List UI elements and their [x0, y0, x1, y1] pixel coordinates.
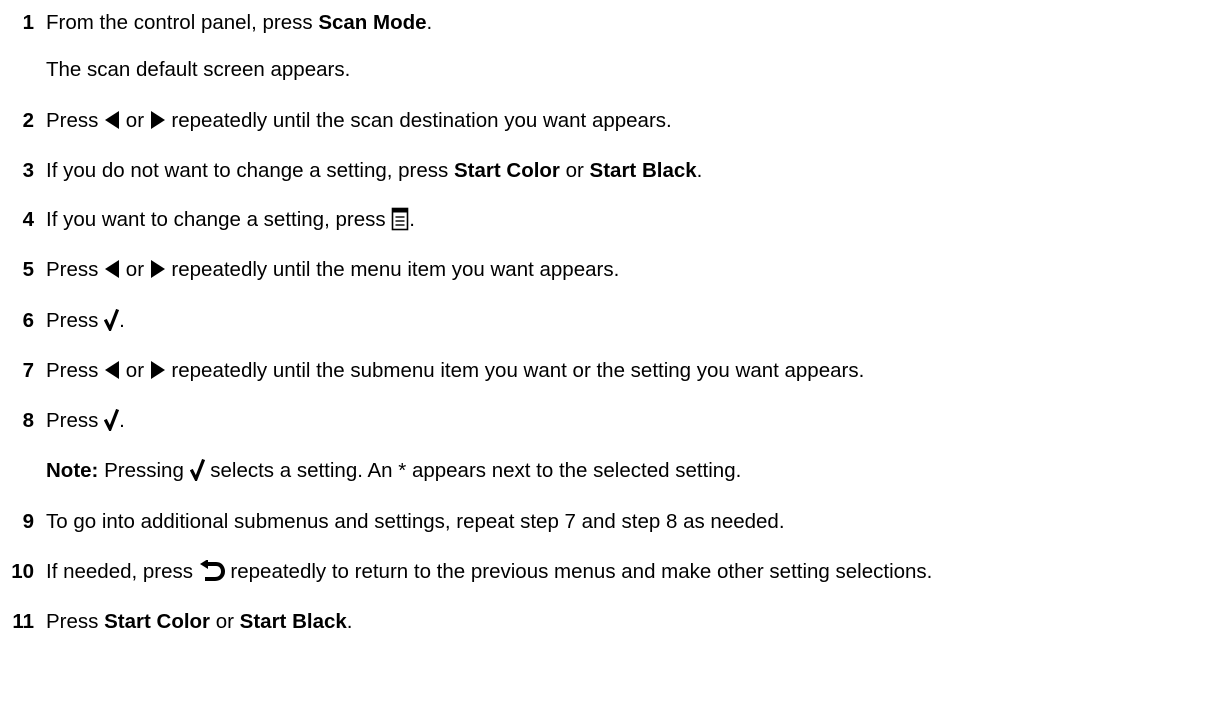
checkmark-icon	[189, 458, 205, 481]
step-number: 5	[22, 258, 34, 281]
step-text: If needed, press repeatedly to return to…	[46, 559, 933, 583]
back-arrow-icon	[199, 559, 225, 582]
step-number: 9	[22, 510, 34, 533]
scan-mode-label: Scan Mode	[318, 11, 427, 34]
step-text: If you want to change a setting, press .	[46, 207, 415, 231]
step-9: 9 To go into additional submenus and set…	[0, 507, 1212, 537]
step-number: 3	[22, 159, 34, 182]
step-3: 3 If you do not want to change a setting…	[0, 156, 1212, 186]
step-2: 2 Press or repeatedly until the scan des…	[0, 106, 1212, 136]
step-text: If you do not want to change a setting, …	[46, 159, 703, 182]
step-text: Press Start Color or Start Black.	[46, 610, 353, 633]
step-text: Press .	[46, 308, 125, 332]
checkmark-icon	[104, 308, 120, 331]
step-text: Press or repeatedly until the scan desti…	[46, 109, 672, 132]
note-text: Note: Pressing selects a setting. An * a…	[46, 458, 742, 482]
step-number: 4	[22, 208, 34, 231]
step-6: 6 Press .	[0, 306, 1212, 336]
step-8: 8 Press .	[0, 406, 1212, 436]
right-arrow-icon	[150, 259, 166, 279]
step-number: 1	[22, 11, 34, 34]
start-black-label: Start Black	[589, 159, 697, 182]
step-number: 11	[12, 610, 34, 633]
step-5: 5 Press or repeatedly until the menu ite…	[0, 255, 1212, 285]
left-arrow-icon	[104, 259, 120, 279]
step-text: From the control panel, press Scan Mode.	[46, 11, 433, 34]
left-arrow-icon	[104, 110, 120, 130]
left-arrow-icon	[104, 360, 120, 380]
step-number: 7	[22, 359, 34, 382]
right-arrow-icon	[150, 360, 166, 380]
step-11: 11 Press Start Color or Start Black.	[0, 607, 1212, 637]
note-label: Note:	[46, 459, 99, 482]
step-number: 2	[22, 109, 34, 132]
checkmark-icon	[104, 408, 120, 431]
step-text: Press or repeatedly until the submenu it…	[46, 359, 865, 382]
step-10: 10 If needed, press repeatedly to return…	[0, 557, 1212, 587]
step-text: Press .	[46, 408, 125, 432]
step-text: Press or repeatedly until the menu item …	[46, 258, 620, 281]
step-4: 4 If you want to change a setting, press…	[0, 205, 1212, 235]
step-1-result: The scan default screen appears.	[0, 55, 1212, 85]
start-color-label: Start Color	[453, 159, 560, 182]
step-text: To go into additional submenus and setti…	[46, 510, 785, 533]
start-black-label: Start Black	[239, 610, 347, 633]
step-7: 7 Press or repeatedly until the submenu …	[0, 356, 1212, 386]
step-text: The scan default screen appears.	[46, 58, 351, 81]
step-1: 1 From the control panel, press Scan Mod…	[0, 8, 1212, 38]
step-number: 6	[22, 309, 34, 332]
step-number: 10	[11, 560, 34, 583]
start-color-label: Start Color	[104, 610, 211, 633]
menu-icon	[391, 207, 409, 231]
right-arrow-icon	[150, 110, 166, 130]
note: Note: Pressing selects a setting. An * a…	[0, 456, 1212, 486]
step-number: 8	[22, 409, 34, 432]
